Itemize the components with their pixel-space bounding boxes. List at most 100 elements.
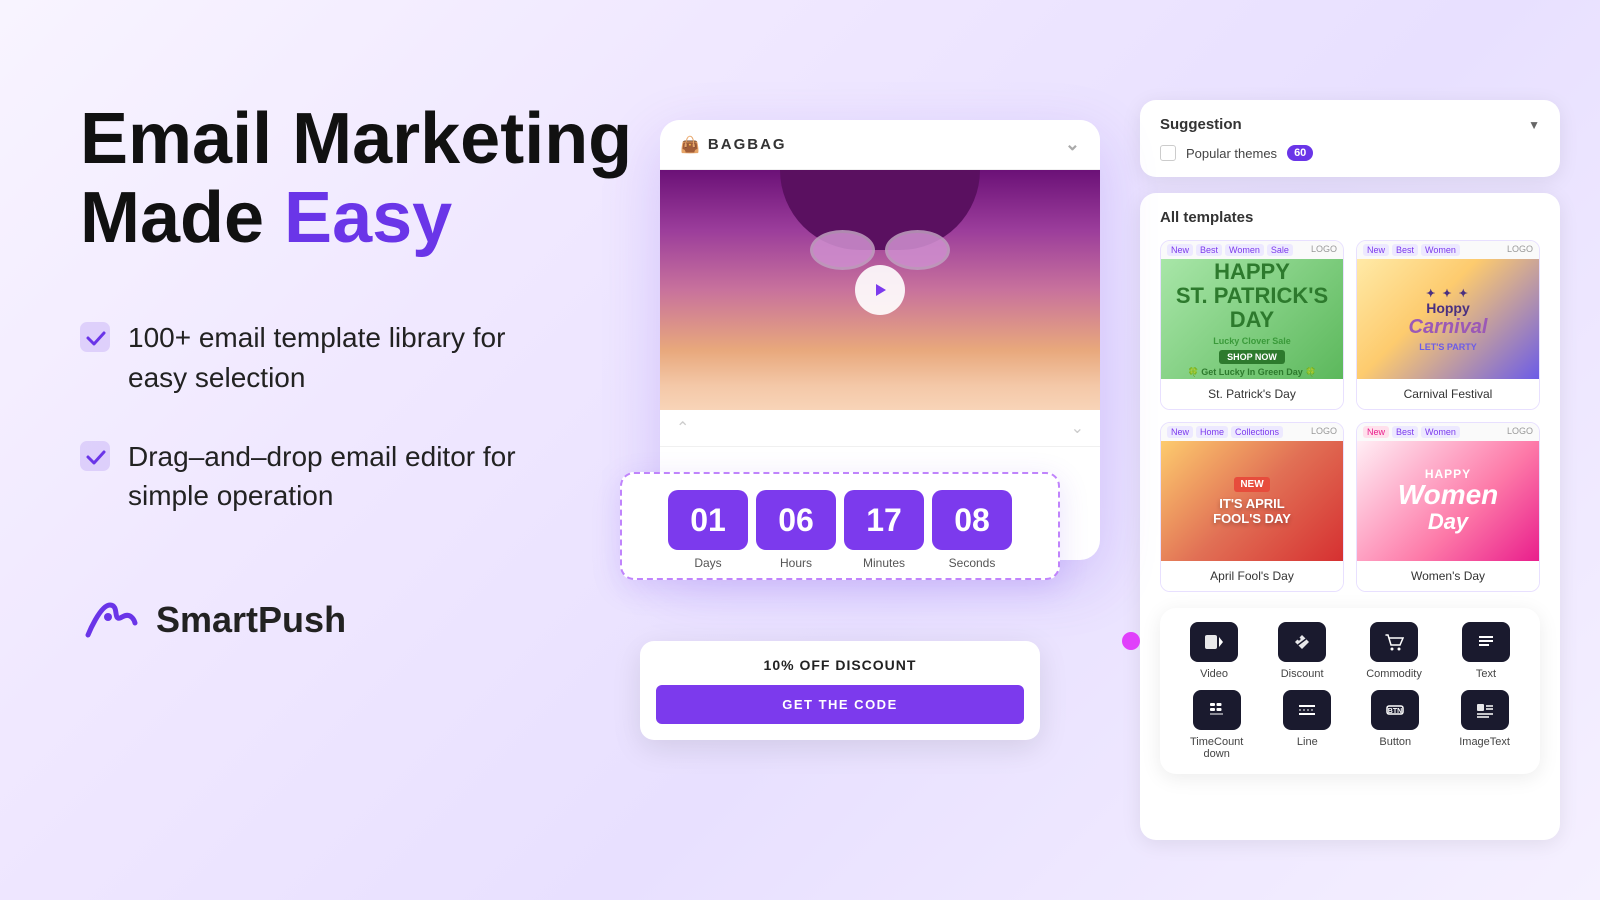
- template-card-april[interactable]: New Home Collections LOGO NEW IT'S APRIL…: [1160, 422, 1344, 592]
- widget-timecountdown[interactable]: TimeCount down: [1190, 690, 1243, 760]
- template-name-carnival: Carnival Festival: [1357, 379, 1539, 409]
- countdown-days: 01 Days: [668, 490, 748, 570]
- imagetext-label: ImageText: [1459, 736, 1510, 748]
- template-thumb-womens: HAPPY Women Day: [1357, 441, 1539, 561]
- hero-image: [660, 170, 1100, 410]
- imagetext-icon: [1461, 690, 1509, 730]
- widget-button[interactable]: BTN Button: [1371, 690, 1419, 760]
- email-header: 👜 BAGBAG ⌄: [660, 120, 1100, 170]
- line-icon: [1283, 690, 1331, 730]
- seconds-value: 08: [932, 490, 1012, 550]
- feature-item-1: 100+ email template library foreasy sele…: [80, 318, 660, 396]
- logo-tag-4: LOGO: [1507, 426, 1533, 438]
- template-card-womens[interactable]: New Best Women LOGO HAPPY Women Day: [1356, 422, 1540, 592]
- features-list: 100+ email template library foreasy sele…: [80, 318, 660, 515]
- widget-line[interactable]: Line: [1283, 690, 1331, 760]
- feature-text-2: Drag–and–drop email editor forsimple ope…: [128, 437, 516, 515]
- discount-icon: [1278, 622, 1326, 662]
- countdown-card: 01 Days 06 Hours 17 Minutes 08 Seconds: [620, 472, 1060, 580]
- logo-tag-1: LOGO: [1311, 244, 1337, 256]
- play-button[interactable]: [855, 265, 905, 315]
- template-card-carnival[interactable]: New Best Women LOGO ✦ ✦ ✦ Hoppy Carnival…: [1356, 240, 1540, 410]
- suggestion-chevron-icon[interactable]: ▼: [1528, 118, 1540, 132]
- check-icon-1: [80, 322, 112, 354]
- suggestion-title: Suggestion: [1160, 116, 1242, 133]
- scroll-arrow-down: ⌄: [1065, 134, 1080, 155]
- commodity-icon: [1370, 622, 1418, 662]
- feature-text-1: 100+ email template library foreasy sele…: [128, 318, 505, 396]
- template-name-womens: Women's Day: [1357, 561, 1539, 591]
- svg-text:BTN: BTN: [1388, 708, 1402, 715]
- template-sidebar: Suggestion ▼ Popular themes 60 All templ…: [1140, 100, 1560, 840]
- templates-panel: All templates New Best Women Sale LOGO: [1140, 193, 1560, 840]
- popular-themes-checkbox[interactable]: [1160, 145, 1176, 161]
- check-icon-2: [80, 441, 112, 473]
- headline: Email Marketing Made Easy: [80, 100, 660, 258]
- template-grid: New Best Women Sale LOGO HAPPYST. PATRIC…: [1160, 240, 1540, 592]
- hours-value: 06: [756, 490, 836, 550]
- arrow-up: ⌃: [676, 418, 689, 438]
- template-thumb-stpatricks: HAPPYST. PATRICK'SDAY Lucky Clover Sale …: [1161, 259, 1343, 379]
- bag-icon: 👜: [680, 135, 700, 155]
- sunglasses: [810, 230, 950, 270]
- womens-inner: HAPPY Women Day: [1398, 467, 1499, 535]
- widget-imagetext[interactable]: ImageText: [1459, 690, 1510, 760]
- widgets-panel: Video Discount Commodity: [1160, 608, 1540, 774]
- headline-line1: Email Marketing: [80, 99, 632, 179]
- april-title: IT'S APRILFOOL'S DAY: [1213, 496, 1291, 526]
- template-tags-womens: New Best Women LOGO: [1357, 423, 1539, 441]
- template-tags-carnival: New Best Women LOGO: [1357, 241, 1539, 259]
- countdown-seconds: 08 Seconds: [932, 490, 1012, 570]
- nav-arrows: ⌃ ⌄: [660, 410, 1100, 447]
- widget-commodity[interactable]: Commodity: [1366, 622, 1422, 680]
- popular-themes-label: Popular themes: [1186, 146, 1277, 161]
- brand-name: BAGBAG: [708, 136, 787, 153]
- smartpush-logo-icon: [80, 595, 140, 645]
- text-icon: [1462, 622, 1510, 662]
- logo-section: SmartPush: [80, 595, 660, 645]
- suggestion-panel: Suggestion ▼ Popular themes 60: [1140, 100, 1560, 177]
- timecountdown-icon: [1193, 690, 1241, 730]
- seconds-label: Seconds: [949, 556, 996, 570]
- logo-tag-3: LOGO: [1311, 426, 1337, 438]
- text-label: Text: [1476, 668, 1496, 680]
- stpatrick-title: HAPPYST. PATRICK'SDAY: [1176, 260, 1328, 333]
- arrow-down: ⌄: [1071, 418, 1084, 438]
- days-label: Days: [694, 556, 721, 570]
- widget-text[interactable]: Text: [1462, 622, 1510, 680]
- email-preview-container: 👜 BAGBAG ⌄: [660, 120, 1120, 740]
- headline-highlight: Easy: [284, 178, 452, 258]
- suggestion-header: Suggestion ▼: [1160, 116, 1540, 133]
- widget-video[interactable]: Video: [1190, 622, 1238, 680]
- stpatrick-btn: SHOP NOW: [1219, 350, 1285, 364]
- days-value: 01: [668, 490, 748, 550]
- stpatrick-footer: 🍀 Get Lucky In Green Day 🍀: [1188, 367, 1317, 378]
- countdown-minutes: 17 Minutes: [844, 490, 924, 570]
- template-tags-april: New Home Collections LOGO: [1161, 423, 1343, 441]
- left-section: Email Marketing Made Easy 100+ email tem…: [80, 100, 660, 645]
- template-card-stpatricks[interactable]: New Best Women Sale LOGO HAPPYST. PATRIC…: [1160, 240, 1344, 410]
- widgets-row-2: TimeCount down Line BTN Button: [1176, 690, 1524, 760]
- right-section: 👜 BAGBAG ⌄: [640, 0, 1600, 900]
- button-icon: BTN: [1371, 690, 1419, 730]
- widgets-row-1: Video Discount Commodity: [1176, 622, 1524, 680]
- hours-label: Hours: [780, 556, 812, 570]
- stpatrick-sub: Lucky Clover Sale: [1213, 336, 1291, 346]
- button-label: Button: [1379, 736, 1411, 748]
- video-label: Video: [1200, 668, 1228, 680]
- get-code-button[interactable]: GET THE CODE: [656, 685, 1024, 724]
- discount-label: Discount: [1281, 668, 1324, 680]
- hero-face-bg: [660, 170, 1100, 410]
- template-name-stpatricks: St. Patrick's Day: [1161, 379, 1343, 409]
- commodity-label: Commodity: [1366, 668, 1422, 680]
- discount-card: 10% OFF DISCOUNT GET THE CODE: [640, 641, 1040, 740]
- timecountdown-label: TimeCount down: [1190, 736, 1243, 760]
- template-name-april: April Fool's Day: [1161, 561, 1343, 591]
- line-label: Line: [1297, 736, 1318, 748]
- feature-item-2: Drag–and–drop email editor forsimple ope…: [80, 437, 660, 515]
- logo-name: SmartPush: [156, 599, 346, 641]
- widget-discount[interactable]: Discount: [1278, 622, 1326, 680]
- headline-line2-normal: Made: [80, 178, 284, 258]
- minutes-label: Minutes: [863, 556, 905, 570]
- popular-themes-row: Popular themes 60: [1160, 145, 1540, 161]
